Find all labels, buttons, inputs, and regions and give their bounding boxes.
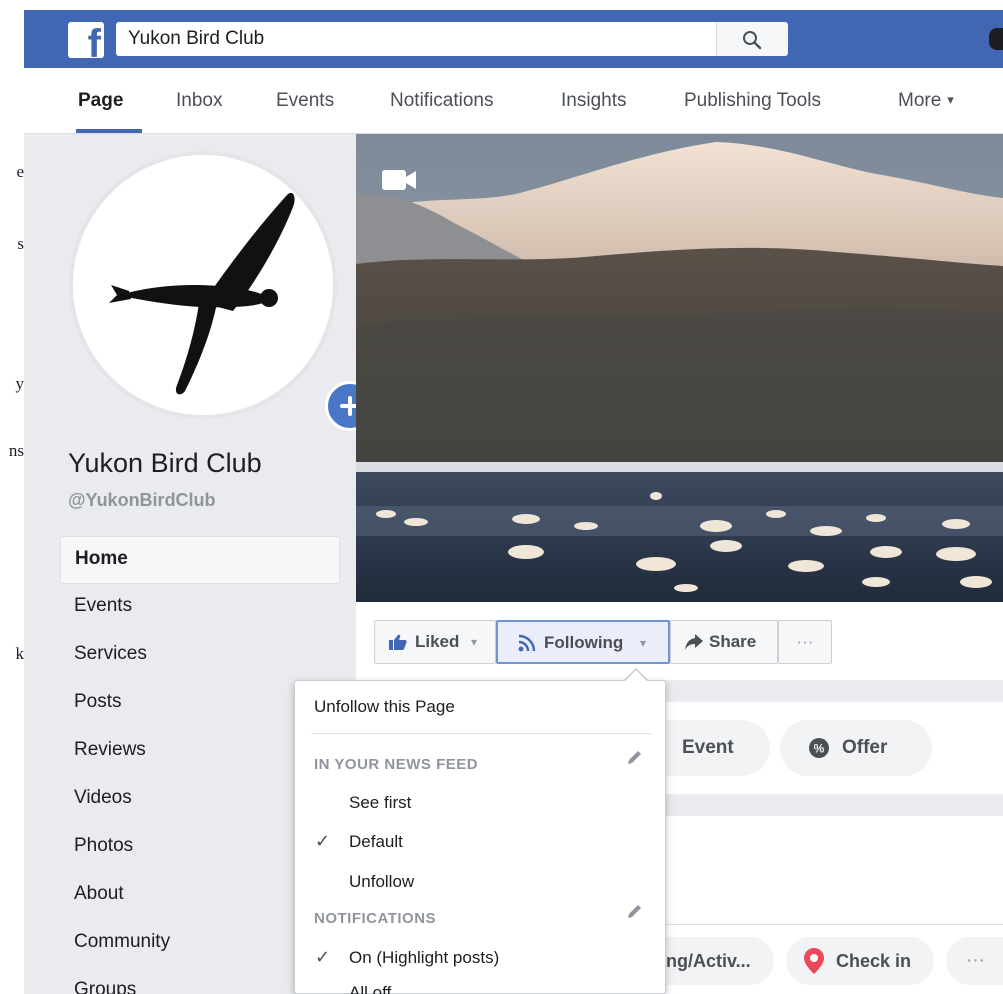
tab-events[interactable]: Events xyxy=(276,90,334,112)
page-handle[interactable]: @YukonBirdClub xyxy=(68,490,216,511)
tab-more-label: More xyxy=(898,90,942,111)
top-bar: f xyxy=(24,10,1003,68)
active-tab-indicator xyxy=(76,129,142,133)
bird-silhouette-icon xyxy=(109,192,295,395)
tab-notifications[interactable]: Notifications xyxy=(390,90,494,112)
share-label: Share xyxy=(709,632,757,651)
pencil-icon[interactable] xyxy=(625,749,643,767)
sidebar-item-events[interactable]: Events xyxy=(60,584,340,632)
check-in-label: Check in xyxy=(836,951,912,971)
checkmark-icon: ✓ xyxy=(315,947,331,967)
see-first-option[interactable]: See first xyxy=(349,793,411,813)
checkmark-icon: ✓ xyxy=(315,831,331,851)
search-input[interactable] xyxy=(116,22,716,56)
unfollow-page-item[interactable]: Unfollow this Page xyxy=(314,697,455,717)
offer-badge-icon: % xyxy=(809,738,829,758)
video-camera-icon[interactable] xyxy=(382,168,418,192)
thumbs-up-icon xyxy=(389,634,407,650)
dropdown-caret-fill xyxy=(625,670,647,681)
all-off-option[interactable]: All off xyxy=(349,983,391,994)
tab-page[interactable]: Page xyxy=(78,90,123,112)
share-button[interactable]: Share xyxy=(670,620,778,664)
chevron-down-icon: ▾ xyxy=(947,92,954,107)
offer-button[interactable]: % Offer xyxy=(780,720,932,776)
facebook-logo-icon[interactable]: f xyxy=(68,22,104,58)
unfollow-option[interactable]: Unfollow xyxy=(349,872,414,892)
more-options-button[interactable]: ··· xyxy=(778,620,832,664)
search-button[interactable] xyxy=(716,22,788,56)
pencil-icon[interactable] xyxy=(625,903,643,921)
tab-publishing-tools[interactable]: Publishing Tools xyxy=(684,90,821,112)
offer-label: Offer xyxy=(842,737,888,758)
rss-feed-icon xyxy=(518,634,536,652)
page-title: Yukon Bird Club xyxy=(68,448,262,478)
check-in-button[interactable]: Check in xyxy=(786,937,934,985)
liked-label: Liked xyxy=(415,632,460,651)
clipped-text-line: ns xyxy=(8,441,24,460)
default-option[interactable]: Default xyxy=(349,832,403,852)
page-action-bar: Liked ▾ Following ▾ Share ··· xyxy=(356,602,1003,680)
search-icon xyxy=(743,31,762,50)
profile-picture[interactable] xyxy=(69,151,375,431)
more-post-options-button[interactable]: ··· xyxy=(946,937,1003,985)
svg-text:%: % xyxy=(814,742,825,756)
tab-more[interactable]: More ▾ xyxy=(898,90,954,112)
clipped-text-line: y xyxy=(15,374,25,393)
feeling-activity-label: ng/Activ... xyxy=(666,951,751,971)
following-dropdown-menu: Unfollow this Page IN YOUR NEWS FEED See… xyxy=(294,680,666,994)
more-label: ··· xyxy=(966,950,985,971)
share-arrow-icon xyxy=(685,634,703,650)
page-nav: Page Inbox Events Notifications Insights… xyxy=(24,68,1003,134)
clipped-text-line: k xyxy=(15,644,25,663)
clipped-left-text: e s y ns k xyxy=(0,0,24,994)
event-label: Event xyxy=(682,737,734,758)
sidebar-item-home[interactable]: Home xyxy=(60,536,340,584)
cover-photo[interactable] xyxy=(356,134,1003,602)
tab-insights[interactable]: Insights xyxy=(561,90,626,112)
notifications-header: NOTIFICATIONS xyxy=(314,910,437,927)
menu-divider xyxy=(311,733,651,734)
news-feed-header: IN YOUR NEWS FEED xyxy=(314,756,479,773)
liked-button[interactable]: Liked ▾ xyxy=(374,620,496,664)
cover-image xyxy=(356,134,1003,602)
clipped-text-line: e xyxy=(16,162,24,181)
on-highlight-posts-option[interactable]: On (Highlight posts) xyxy=(349,948,499,968)
chevron-down-icon: ▾ xyxy=(640,636,647,650)
following-label: Following xyxy=(544,633,624,652)
location-pin-icon xyxy=(804,948,824,974)
clipped-text-line: s xyxy=(17,234,24,253)
tab-inbox[interactable]: Inbox xyxy=(176,90,222,112)
profile-clipped[interactable] xyxy=(989,28,1003,50)
sidebar-item-services[interactable]: Services xyxy=(60,632,340,680)
chevron-down-icon: ▾ xyxy=(471,635,478,649)
following-button[interactable]: Following ▾ xyxy=(496,620,670,664)
facebook-page: e s y ns k f Page Inbox Events Notificat… xyxy=(0,0,1003,994)
